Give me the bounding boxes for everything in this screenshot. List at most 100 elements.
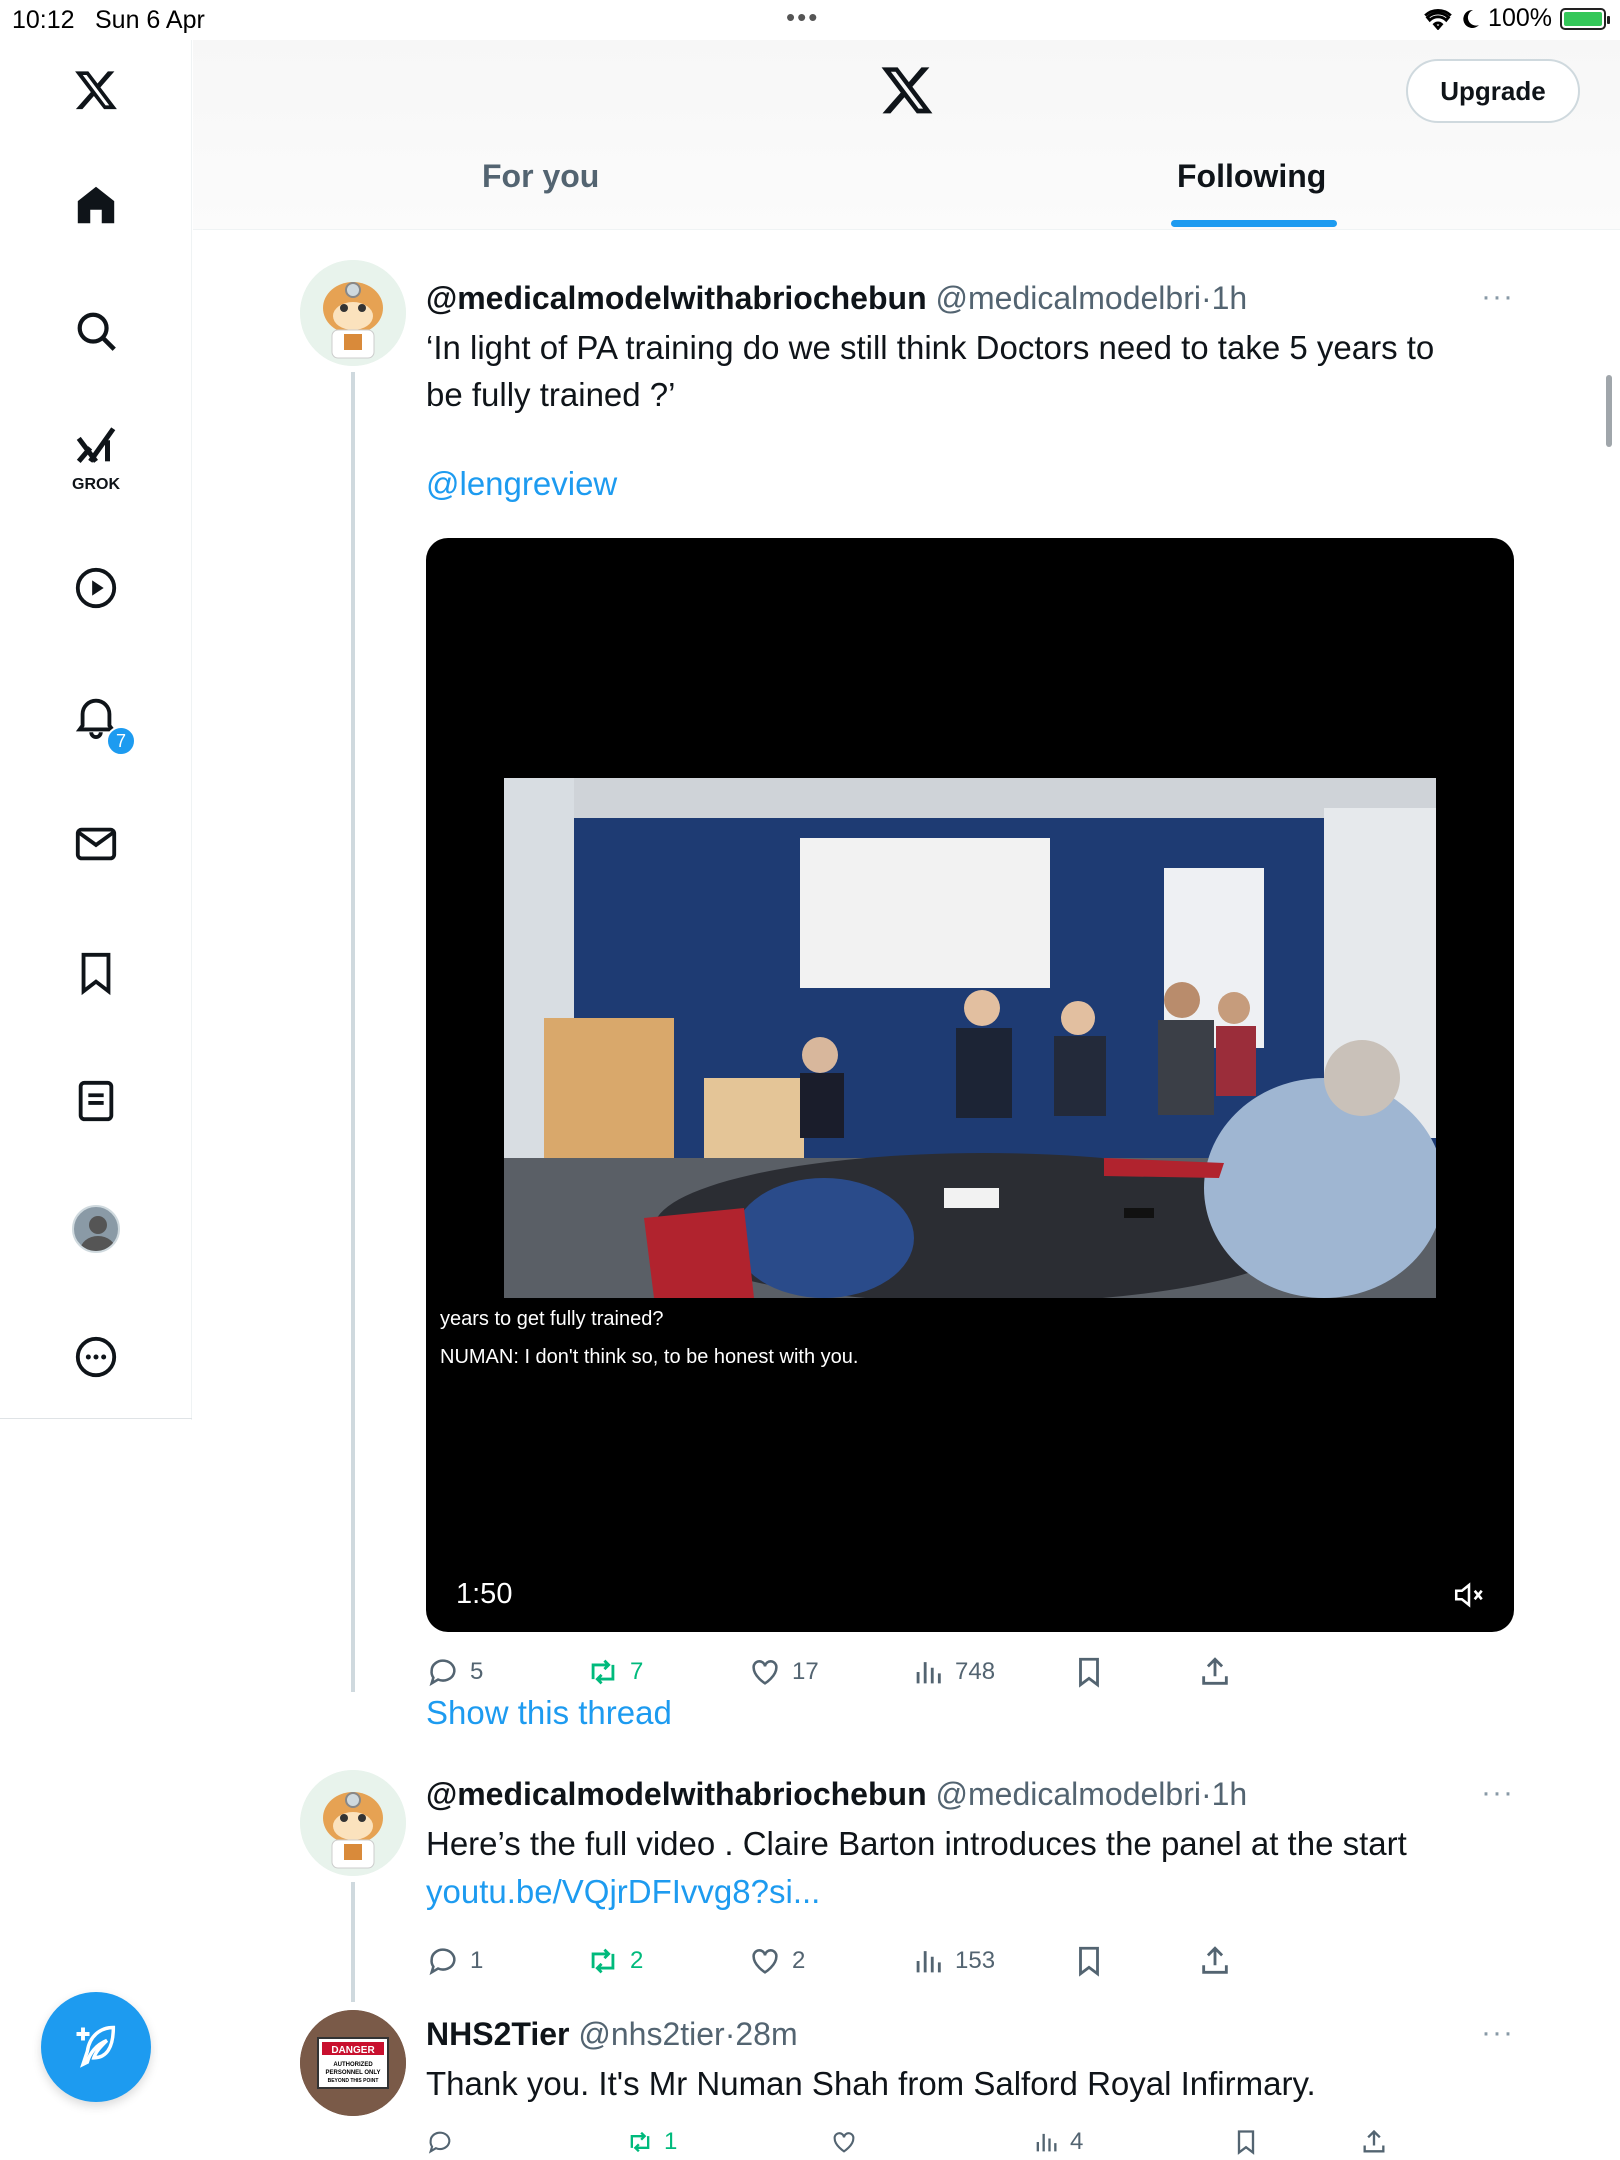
handle[interactable]: @medicalmodelbri: [936, 280, 1201, 316]
search-icon[interactable]: [68, 303, 124, 359]
heart-icon: [752, 1949, 778, 1974]
compose-button[interactable]: [41, 1992, 151, 2102]
bookmark-button[interactable]: [1072, 1944, 1106, 1978]
like-button[interactable]: 2: [748, 1944, 805, 1978]
share-button[interactable]: [1360, 2128, 1388, 2156]
like-button[interactable]: 17: [748, 1655, 819, 1689]
profile-icon[interactable]: [68, 1201, 124, 1257]
mute-icon[interactable]: [1452, 1578, 1486, 1612]
more-options-icon[interactable]: ···: [1481, 280, 1514, 314]
sidebar-divider: [0, 1418, 192, 1419]
views-icon: [916, 1662, 941, 1684]
avatar[interactable]: DANGER AUTHORIZED PERSONNEL ONLY BEYOND …: [300, 2010, 406, 2116]
repost-button[interactable]: 1: [626, 2128, 677, 2156]
tweet-actions: 1 4: [426, 2128, 1426, 2160]
upgrade-button[interactable]: Upgrade: [1406, 59, 1580, 123]
more-options-icon[interactable]: ···: [1481, 2016, 1514, 2050]
video-play-icon[interactable]: [68, 560, 124, 616]
like-button[interactable]: [830, 2128, 868, 2156]
list-icon[interactable]: [68, 1073, 124, 1129]
handle[interactable]: @medicalmodelbri: [936, 1776, 1201, 1812]
bookmark-icon: [1079, 1657, 1099, 1688]
tab-for-you[interactable]: For you: [482, 158, 599, 195]
views-button[interactable]: 4: [1032, 2128, 1083, 2156]
top-header: Upgrade For you Following: [193, 40, 1620, 230]
share-button[interactable]: [1198, 1944, 1232, 1978]
bookmark-icon: [1237, 2130, 1255, 2155]
reply-button[interactable]: 5: [426, 1655, 483, 1689]
tweet-text-line: ‘In light of PA training do we still thi…: [426, 329, 1435, 366]
avatar[interactable]: [300, 1770, 406, 1876]
wifi-icon: [1424, 8, 1452, 30]
handle[interactable]: @nhs2tier: [578, 2016, 724, 2052]
sidebar: GROK 7: [0, 40, 192, 1420]
repost-button[interactable]: 2: [586, 1944, 643, 1978]
bookmark-button[interactable]: [1232, 2128, 1260, 2156]
grok-icon[interactable]: [68, 418, 124, 474]
mail-icon[interactable]: [68, 816, 124, 872]
avatar[interactable]: [300, 260, 406, 366]
views-icon: [916, 1951, 941, 1973]
share-icon: [1202, 1657, 1228, 1685]
danger-sign-text: DANGER: [331, 2045, 375, 2056]
reply-button[interactable]: [426, 2128, 464, 2156]
reply-icon: [428, 2131, 451, 2154]
x-logo-icon: [881, 67, 933, 114]
tweet[interactable]: DANGER AUTHORIZED PERSONNEL ONLY BEYOND …: [300, 2010, 1514, 2160]
more-icon[interactable]: [68, 1329, 124, 1385]
separator: ·: [1200, 1776, 1212, 1812]
moon-icon: [1463, 9, 1480, 28]
display-name[interactable]: @medicalmodelwithabriochebun: [426, 1776, 927, 1812]
reply-button[interactable]: 1: [426, 1944, 483, 1978]
views-button[interactable]: 153: [911, 1944, 995, 1978]
tweet[interactable]: @medicalmodelwithabriochebun @medicalmod…: [300, 260, 1514, 1760]
timestamp[interactable]: 1h: [1212, 280, 1248, 316]
thread-line: [351, 372, 355, 1692]
mention-link[interactable]: @lengreview: [426, 460, 1506, 507]
video-player[interactable]: years to get fully trained? NUMAN: I don…: [426, 538, 1514, 1632]
repost-button[interactable]: 7: [586, 1655, 643, 1689]
share-button[interactable]: [1198, 1655, 1232, 1689]
video-frame: [504, 778, 1436, 1298]
timestamp[interactable]: 1h: [1212, 1776, 1248, 1812]
more-options-icon[interactable]: ···: [1481, 1776, 1514, 1810]
battery-icon: [1560, 7, 1610, 30]
reply-icon: [429, 1948, 456, 1976]
repost-count: 7: [630, 1658, 644, 1685]
multitasking-dots[interactable]: •••: [786, 2, 819, 33]
repost-icon: [591, 1948, 615, 1974]
video-caption: years to get fully trained?: [440, 1308, 664, 1330]
reply-count: 5: [470, 1658, 484, 1685]
show-thread-link[interactable]: Show this thread: [426, 1694, 672, 1732]
tweet-header: @medicalmodelwithabriochebun @medicalmod…: [426, 1776, 1247, 1813]
views-button[interactable]: 748: [911, 1655, 995, 1689]
tweet-header: @medicalmodelwithabriochebun @medicalmod…: [426, 280, 1247, 317]
scrollbar[interactable]: [1606, 375, 1612, 447]
timeline: @medicalmodelwithabriochebun @medicalmod…: [300, 230, 1514, 2160]
bookmark-button[interactable]: [1072, 1655, 1106, 1689]
tab-following[interactable]: Following: [1177, 158, 1326, 195]
danger-sign-text: PERSONNEL ONLY: [325, 2070, 380, 2076]
grok-label: GROK: [72, 476, 120, 493]
tweet-text: Thank you. It's Mr Numan Shah from Salfo…: [426, 2065, 1316, 2102]
share-icon: [1202, 1946, 1228, 1974]
views-count: 4: [1070, 2128, 1084, 2155]
repost-icon: [630, 2131, 650, 2153]
repost-icon: [591, 1659, 615, 1685]
compose-icon: [76, 2025, 116, 2068]
status-right: 100%: [1424, 4, 1610, 33]
status-time: 10:12: [12, 6, 75, 34]
tweet-header: NHS2Tier @nhs2tier·28m: [426, 2016, 798, 2053]
home-icon[interactable]: [68, 177, 124, 233]
x-logo-icon[interactable]: [68, 62, 124, 118]
heart-icon: [833, 2132, 855, 2153]
share-icon: [1363, 2129, 1385, 2153]
timestamp[interactable]: 28m: [735, 2016, 797, 2052]
display-name[interactable]: @medicalmodelwithabriochebun: [426, 280, 927, 316]
tweet[interactable]: @medicalmodelwithabriochebun @medicalmod…: [300, 1770, 1514, 2002]
bookmark-icon[interactable]: [68, 945, 124, 1001]
status-date: Sun 6 Apr: [95, 6, 205, 34]
display-name[interactable]: NHS2Tier: [426, 2016, 569, 2052]
tweet-text-line: be fully trained ?’: [426, 376, 676, 413]
video-link[interactable]: youtu.be/VQjrDFIvvg8?si...: [426, 1868, 1506, 1915]
